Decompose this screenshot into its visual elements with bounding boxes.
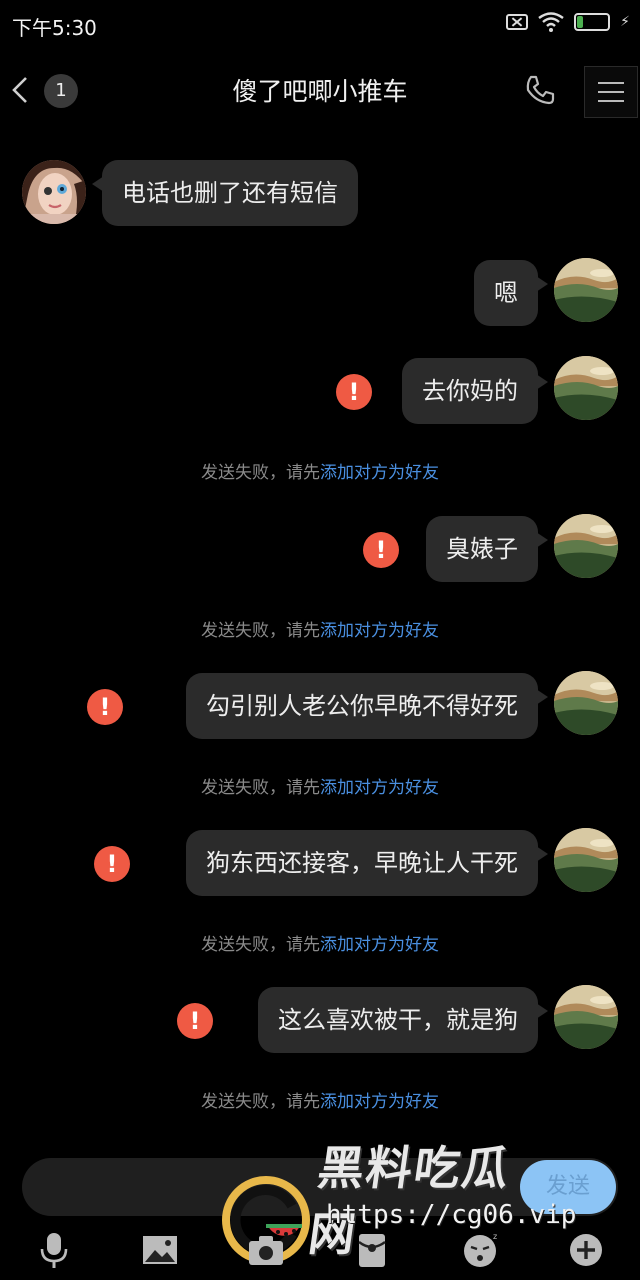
send-failed-notice: 发送失败，请先添加对方为好友 — [0, 458, 640, 483]
notice-text: 发送失败，请先 — [201, 621, 320, 641]
send-failed-notice: 发送失败，请先添加对方为好友 — [0, 1087, 640, 1112]
status-icons: 21 ⚡ — [506, 12, 630, 32]
self-avatar[interactable] — [554, 828, 618, 892]
message-bubble[interactable]: 狗东西还接客，早晚让人干死 — [186, 830, 548, 896]
send-button[interactable]: 发送 — [520, 1160, 616, 1214]
unread-badge[interactable]: 1 — [44, 74, 78, 108]
call-button[interactable] — [524, 74, 556, 106]
menu-line — [598, 91, 624, 93]
svg-text:z: z — [493, 1232, 497, 1241]
message-bubble[interactable]: 勾引别人老公你早晚不得好死 — [186, 673, 548, 739]
add-friend-link[interactable]: 添加对方为好友 — [320, 1092, 439, 1112]
contact-avatar[interactable] — [22, 160, 86, 224]
battery-icon: 21 — [574, 13, 611, 31]
self-avatar[interactable] — [554, 985, 618, 1049]
status-bar: 下午5:30 21 ⚡ — [0, 0, 640, 50]
add-friend-link[interactable]: 添加对方为好友 — [320, 621, 439, 641]
status-time: 下午5:30 — [12, 16, 97, 40]
notice-text: 发送失败，请先 — [201, 778, 320, 798]
red-packet-icon[interactable] — [352, 1230, 392, 1270]
menu-button[interactable] — [584, 66, 638, 118]
self-avatar-image — [554, 828, 618, 892]
plus-icon[interactable] — [566, 1230, 606, 1270]
add-friend-link[interactable]: 添加对方为好友 — [320, 935, 439, 955]
send-failed-icon[interactable]: ! — [87, 689, 123, 725]
notice-text: 发送失败，请先 — [201, 463, 320, 483]
send-failed-notice: 发送失败，请先添加对方为好友 — [0, 930, 640, 955]
send-failed-icon[interactable]: ! — [94, 846, 130, 882]
message-bubble[interactable]: 去你妈的 — [402, 358, 548, 424]
camera-icon[interactable] — [246, 1230, 286, 1270]
add-friend-link[interactable]: 添加对方为好友 — [320, 463, 439, 483]
battery-fill — [577, 16, 584, 28]
notice-text: 发送失败，请先 — [201, 935, 320, 955]
send-failed-notice: 发送失败，请先添加对方为好友 — [0, 773, 640, 798]
menu-line — [598, 82, 624, 84]
send-failed-icon[interactable]: ! — [336, 374, 372, 410]
message-bubble[interactable]: 这么喜欢被干，就是狗 — [258, 987, 548, 1053]
emoji-icon[interactable]: z — [460, 1230, 500, 1270]
self-avatar[interactable] — [554, 258, 618, 322]
phone-icon — [526, 75, 555, 105]
message-bubble[interactable]: 嗯 — [474, 260, 548, 326]
contact-avatar-image — [22, 160, 86, 224]
input-toolbar: z — [0, 1224, 640, 1280]
self-avatar[interactable] — [554, 356, 618, 420]
send-failed-icon[interactable]: ! — [177, 1003, 213, 1039]
self-avatar-image — [554, 671, 618, 735]
chat-screen: 下午5:30 21 ⚡ 1 傻了吧唧小推车 电话也删了还有短信 嗯 ! 去你妈的… — [0, 0, 640, 1280]
self-avatar[interactable] — [554, 671, 618, 735]
mic-icon[interactable] — [34, 1230, 74, 1270]
self-avatar-image — [554, 985, 618, 1049]
wifi-icon — [538, 12, 564, 32]
message-bubble[interactable]: 电话也删了还有短信 — [92, 160, 358, 226]
menu-line — [598, 100, 624, 102]
notice-text: 发送失败，请先 — [201, 1092, 320, 1112]
add-friend-link[interactable]: 添加对方为好友 — [320, 778, 439, 798]
send-failed-icon[interactable]: ! — [363, 532, 399, 568]
no-sim-icon — [506, 14, 529, 30]
chat-header: 1 傻了吧唧小推车 — [0, 58, 640, 124]
image-icon[interactable] — [140, 1230, 180, 1270]
self-avatar[interactable] — [554, 514, 618, 578]
charging-icon: ⚡ — [620, 14, 630, 30]
message-bubble[interactable]: 臭婊子 — [426, 516, 548, 582]
chevron-left-icon — [12, 77, 27, 103]
self-avatar-image — [554, 514, 618, 578]
back-button[interactable] — [6, 70, 34, 110]
chat-title: 傻了吧唧小推车 — [232, 77, 408, 106]
self-avatar-image — [554, 356, 618, 420]
battery-level: 21 — [584, 15, 600, 29]
self-avatar-image — [554, 258, 618, 322]
send-failed-notice: 发送失败，请先添加对方为好友 — [0, 616, 640, 641]
